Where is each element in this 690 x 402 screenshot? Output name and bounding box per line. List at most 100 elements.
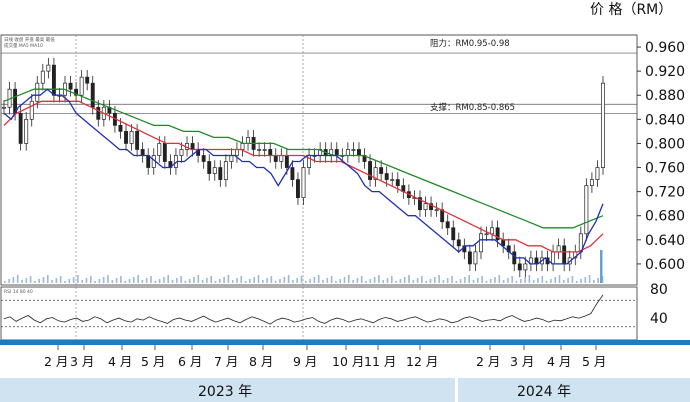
volume-bar bbox=[253, 277, 255, 283]
resistance-label: 阻力：RM0.95-0.98 bbox=[430, 38, 510, 49]
volume-bar bbox=[386, 278, 389, 283]
candle-body bbox=[601, 82, 605, 168]
volume-bar bbox=[68, 279, 71, 283]
indicator-tick-80: 80 bbox=[650, 282, 668, 298]
volume-bar bbox=[399, 279, 402, 283]
year-band-2024 bbox=[458, 378, 690, 402]
candle-body bbox=[218, 167, 223, 180]
candle-body bbox=[268, 149, 273, 156]
price-panel-frame bbox=[0, 34, 638, 286]
month-label: 4 月 bbox=[547, 354, 571, 369]
volume-bar bbox=[554, 277, 556, 283]
volume-bar bbox=[434, 277, 436, 283]
candle-body bbox=[18, 112, 23, 144]
volume-bar bbox=[550, 279, 552, 283]
volume-bar bbox=[365, 281, 367, 283]
volume-bar bbox=[34, 281, 36, 283]
volume-bar bbox=[494, 277, 496, 283]
volume-bar bbox=[287, 275, 290, 283]
candle-body bbox=[451, 227, 456, 241]
volume-bar bbox=[59, 276, 62, 283]
y-tick-label: 0.800 bbox=[645, 136, 685, 152]
volume-bar bbox=[593, 280, 595, 283]
candle-body bbox=[484, 233, 489, 236]
year-band-divider bbox=[455, 378, 458, 402]
candle-body bbox=[390, 179, 395, 181]
month-label: 5 月 bbox=[582, 354, 606, 369]
volume-bar bbox=[343, 277, 346, 283]
volume-bar bbox=[296, 278, 298, 283]
candle-body bbox=[157, 143, 162, 156]
volume-bar bbox=[262, 280, 264, 283]
candle-body bbox=[129, 131, 134, 144]
candle-body bbox=[562, 245, 567, 265]
volume-bar bbox=[326, 278, 329, 283]
volume-bar bbox=[8, 279, 10, 283]
month-axis: 2 月3 月4 月5 月6 月7 月8 月9 月 10 月 11 月 12 月2 月3… bbox=[0, 340, 690, 369]
candle-body bbox=[124, 131, 128, 144]
volume-bar bbox=[395, 281, 397, 283]
candle-body bbox=[207, 161, 212, 174]
volume-bar bbox=[120, 276, 122, 283]
year-2023: 2023 年 bbox=[198, 384, 252, 400]
volume-bar bbox=[154, 281, 157, 283]
volume-bar bbox=[468, 275, 470, 283]
volume-bar bbox=[360, 276, 363, 283]
candle-body bbox=[534, 257, 539, 265]
indicator-panel-frame bbox=[0, 286, 638, 341]
legend-tiny-1: 日线 收盘 开盘 最高 最低 bbox=[4, 36, 55, 43]
candle-body bbox=[234, 149, 239, 156]
candle-body bbox=[301, 167, 306, 199]
month-label: 7 月 bbox=[214, 354, 238, 369]
candle-body bbox=[201, 155, 206, 162]
volume-bar bbox=[502, 280, 505, 283]
y-axis-title: 价 格（RM） bbox=[590, 2, 672, 18]
volume-bar bbox=[94, 281, 96, 283]
volume-bar bbox=[567, 278, 569, 283]
volume-bar bbox=[188, 279, 191, 283]
volume-bar bbox=[85, 278, 88, 283]
volume-bar bbox=[38, 279, 40, 283]
volume-bar bbox=[507, 278, 509, 283]
volume-bar bbox=[72, 277, 75, 283]
month-label: 4 月 bbox=[108, 354, 132, 369]
volume-bar bbox=[292, 280, 294, 283]
volume-bar bbox=[111, 280, 114, 283]
candle-body bbox=[135, 131, 140, 150]
volume-bar bbox=[90, 276, 92, 283]
month-label: 12 月 bbox=[406, 354, 438, 369]
candle-body bbox=[296, 179, 300, 199]
candle-body bbox=[68, 82, 73, 90]
volume-bar bbox=[489, 279, 492, 283]
volume-bar bbox=[597, 278, 599, 283]
y-tick-label: 0.680 bbox=[645, 209, 685, 225]
candle-body bbox=[434, 209, 439, 212]
month-label: 5 月 bbox=[141, 354, 165, 369]
candle-body bbox=[368, 161, 373, 180]
candle-body bbox=[556, 245, 561, 253]
volume-bar bbox=[373, 277, 376, 283]
month-label: 2 月 bbox=[476, 354, 500, 369]
candle-body bbox=[351, 149, 356, 151]
volume-bar bbox=[352, 280, 354, 283]
candle-body bbox=[490, 227, 495, 235]
candle-body bbox=[517, 263, 522, 271]
candle-body bbox=[24, 118, 29, 144]
volume-bar bbox=[219, 279, 221, 283]
candle-body bbox=[273, 155, 278, 162]
volume-bar bbox=[42, 277, 45, 283]
month-label: 9 月 bbox=[293, 354, 317, 369]
volume-bar bbox=[193, 277, 195, 283]
volume-bar bbox=[240, 276, 243, 283]
volume-bar bbox=[391, 276, 393, 283]
volume-bar bbox=[300, 276, 303, 283]
candle-body bbox=[79, 76, 84, 96]
volume-bar bbox=[274, 281, 277, 283]
legend-tiny-2: 成交量 MA5 MA10 bbox=[4, 42, 43, 49]
candle-body bbox=[90, 82, 95, 108]
volume-bar bbox=[158, 279, 161, 283]
volume-bar bbox=[227, 275, 230, 283]
candle-body bbox=[290, 167, 295, 180]
candle-body bbox=[223, 161, 228, 180]
volume-bar bbox=[231, 280, 234, 283]
